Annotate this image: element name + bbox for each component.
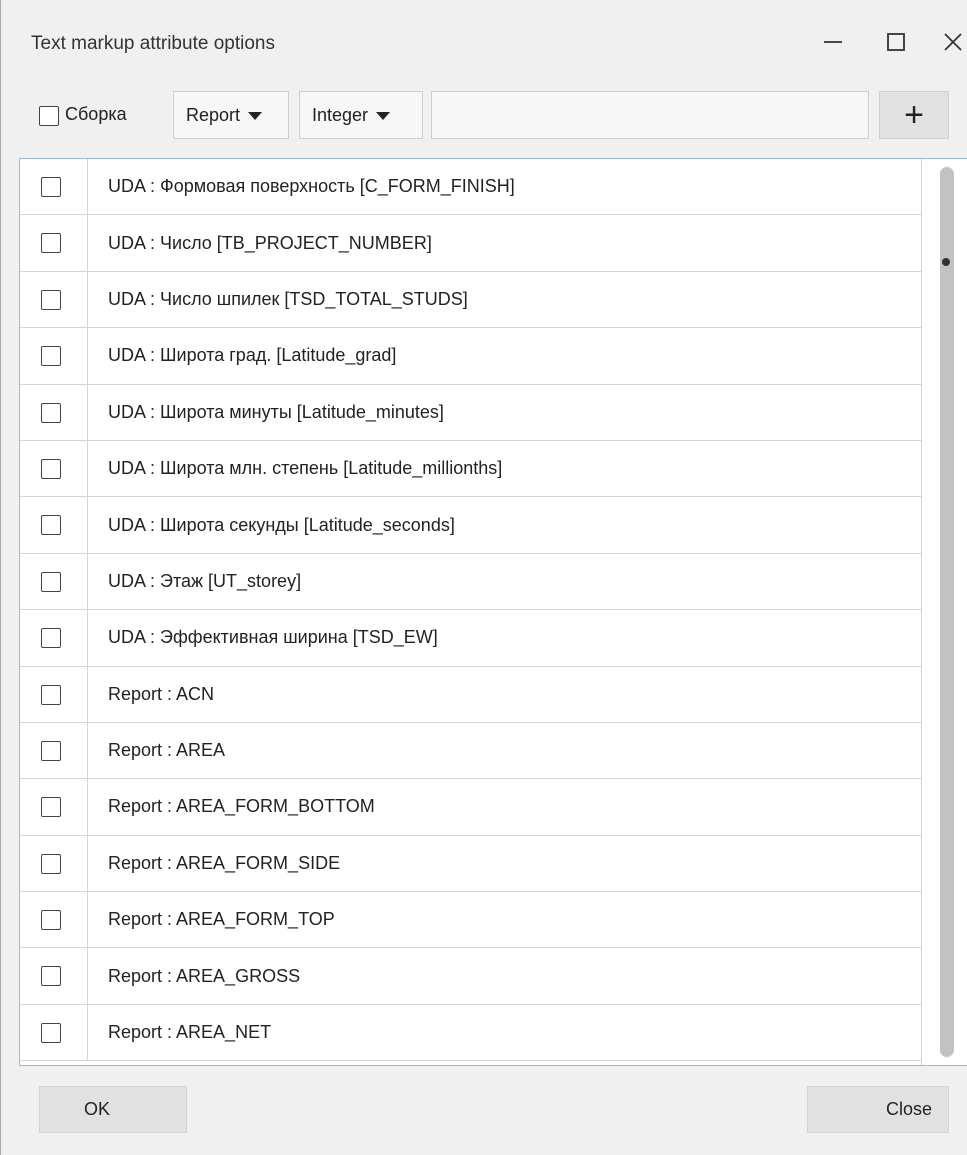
list-item-checkbox[interactable] xyxy=(41,910,61,931)
list-item[interactable]: UDA : Широта минуты [Latitude_minutes] xyxy=(20,384,922,441)
scroll-indicator-dot xyxy=(942,258,950,266)
list-item-checkbox[interactable] xyxy=(41,402,61,423)
list-item-checkbox[interactable] xyxy=(41,797,61,818)
dropdown-arrow-icon xyxy=(376,112,391,120)
list-item-label: UDA : Широта град. [Latitude_grad] xyxy=(108,345,397,366)
list-item-checkbox-cell xyxy=(20,948,88,1004)
attribute-list[interactable]: UDA : Формовая поверхность [C_FORM_FINIS… xyxy=(19,158,967,1066)
list-item-checkbox[interactable] xyxy=(41,177,61,197)
window-title: Text markup attribute options xyxy=(31,33,275,54)
filter-toolbar: Сборка Report Integer + xyxy=(1,82,967,152)
list-item-label: Report : AREA_FORM_BOTTOM xyxy=(108,796,375,817)
list-item-label: Report : AREA xyxy=(108,740,226,761)
title-bar[interactable]: Text markup attribute options xyxy=(1,0,967,90)
maximize-icon[interactable] xyxy=(876,22,916,62)
list-item-checkbox[interactable] xyxy=(41,458,61,479)
list-item[interactable]: UDA : Формовая поверхность [C_FORM_FINIS… xyxy=(20,159,922,216)
list-item[interactable]: Report : AREA xyxy=(20,722,922,780)
list-item-checkbox-cell xyxy=(20,835,88,892)
attribute-text-input[interactable] xyxy=(431,91,869,139)
source-dropdown[interactable]: Report xyxy=(173,91,289,139)
list-item-checkbox[interactable] xyxy=(41,571,61,592)
list-item[interactable]: UDA : Число [TB_PROJECT_NUMBER] xyxy=(20,215,922,272)
list-item-label: UDA : Эффективная ширина [TSD_EW] xyxy=(108,627,438,648)
list-item-checkbox[interactable] xyxy=(41,515,61,536)
list-item-label: Report : AREA_FORM_SIDE xyxy=(108,852,341,873)
list-item-checkbox-cell xyxy=(20,271,88,328)
list-item-label: Report : AREA_FORM_TOP xyxy=(108,909,335,930)
list-item[interactable]: Report : AREA_FORM_TOP xyxy=(20,892,922,949)
list-divider xyxy=(921,159,922,1065)
list-item-checkbox-cell xyxy=(20,553,88,610)
list-item-checkbox-cell xyxy=(20,779,88,835)
source-dropdown-value: Report xyxy=(186,104,241,125)
list-item-checkbox-cell xyxy=(20,497,88,553)
ok-button[interactable]: OK xyxy=(39,1086,187,1133)
type-dropdown[interactable]: Integer xyxy=(299,91,423,139)
list-item[interactable]: UDA : Широта млн. степень [Latitude_mill… xyxy=(20,440,922,498)
list-item[interactable]: Report : AREA_FORM_SIDE xyxy=(20,835,922,893)
list-item-checkbox[interactable] xyxy=(41,233,61,254)
list-item-checkbox[interactable] xyxy=(41,740,61,761)
close-button[interactable]: Close xyxy=(807,1086,949,1133)
list-item-checkbox-cell xyxy=(20,328,88,384)
scrollbar-thumb[interactable] xyxy=(940,167,954,1057)
list-item-checkbox-cell xyxy=(20,384,88,440)
list-item[interactable]: UDA : Эффективная ширина [TSD_EW] xyxy=(20,610,922,667)
close-icon[interactable] xyxy=(933,22,967,62)
list-item-label: UDA : Число [TB_PROJECT_NUMBER] xyxy=(108,232,432,253)
list-item-label: UDA : Число шпилек [TSD_TOTAL_STUDS] xyxy=(108,288,468,309)
list-item[interactable]: Report : AREA_GROSS xyxy=(20,948,922,1005)
list-item-checkbox-cell xyxy=(20,1004,88,1061)
list-item-checkbox[interactable] xyxy=(41,684,61,705)
minimize-icon[interactable] xyxy=(813,22,853,62)
list-item-checkbox[interactable] xyxy=(41,628,61,649)
list-item-checkbox[interactable] xyxy=(41,853,61,874)
dialog-footer: OK Close xyxy=(1,1070,967,1155)
list-item[interactable]: Report : AREA_NET xyxy=(20,1004,922,1062)
assembly-checkbox-label[interactable]: Сборка xyxy=(64,103,128,126)
list-item-checkbox[interactable] xyxy=(41,289,61,310)
type-dropdown-value: Integer xyxy=(312,104,369,125)
list-item-checkbox[interactable] xyxy=(41,1022,61,1043)
list-item-checkbox-cell xyxy=(20,215,88,271)
text-markup-attribute-options-dialog: Text markup attribute options Сборка Rep… xyxy=(0,0,967,1155)
list-item-checkbox-cell xyxy=(20,666,88,722)
vertical-scrollbar[interactable] xyxy=(940,167,954,1057)
list-item-label: UDA : Формовая поверхность [C_FORM_FINIS… xyxy=(108,176,515,197)
list-item-checkbox-cell xyxy=(20,159,88,215)
list-item[interactable]: UDA : Число шпилек [TSD_TOTAL_STUDS] xyxy=(20,271,922,329)
list-item[interactable]: UDA : Широта град. [Latitude_grad] xyxy=(20,328,922,385)
list-item-checkbox-cell xyxy=(20,722,88,779)
list-item[interactable]: Report : ACN xyxy=(20,666,922,723)
list-item-checkbox-cell xyxy=(20,892,88,948)
list-item-label: Report : ACN xyxy=(108,683,215,704)
list-item-checkbox[interactable] xyxy=(41,966,61,987)
list-item-label: UDA : Этаж [UT_storey] xyxy=(108,570,302,591)
list-item-label: UDA : Широта секунды [Latitude_seconds] xyxy=(108,514,455,535)
assembly-checkbox[interactable] xyxy=(39,106,59,126)
dropdown-arrow-icon xyxy=(248,112,263,120)
list-item[interactable]: UDA : Широта секунды [Latitude_seconds] xyxy=(20,497,922,554)
add-button[interactable]: + xyxy=(879,91,949,139)
list-item[interactable]: Report : AREA_FORM_BOTTOM xyxy=(20,779,922,836)
list-item-label: Report : AREA_GROSS xyxy=(108,965,301,986)
list-item-checkbox[interactable] xyxy=(41,346,61,367)
list-item-label: UDA : Широта минуты [Latitude_minutes] xyxy=(108,401,444,422)
attribute-list-rows: UDA : Формовая поверхность [C_FORM_FINIS… xyxy=(20,159,922,1062)
list-item-label: UDA : Широта млн. степень [Latitude_mill… xyxy=(108,458,503,479)
list-item-checkbox-cell xyxy=(20,610,88,666)
list-item-label: Report : AREA_NET xyxy=(108,1022,272,1043)
list-item[interactable]: UDA : Этаж [UT_storey] xyxy=(20,553,922,611)
list-item-checkbox-cell xyxy=(20,440,88,497)
